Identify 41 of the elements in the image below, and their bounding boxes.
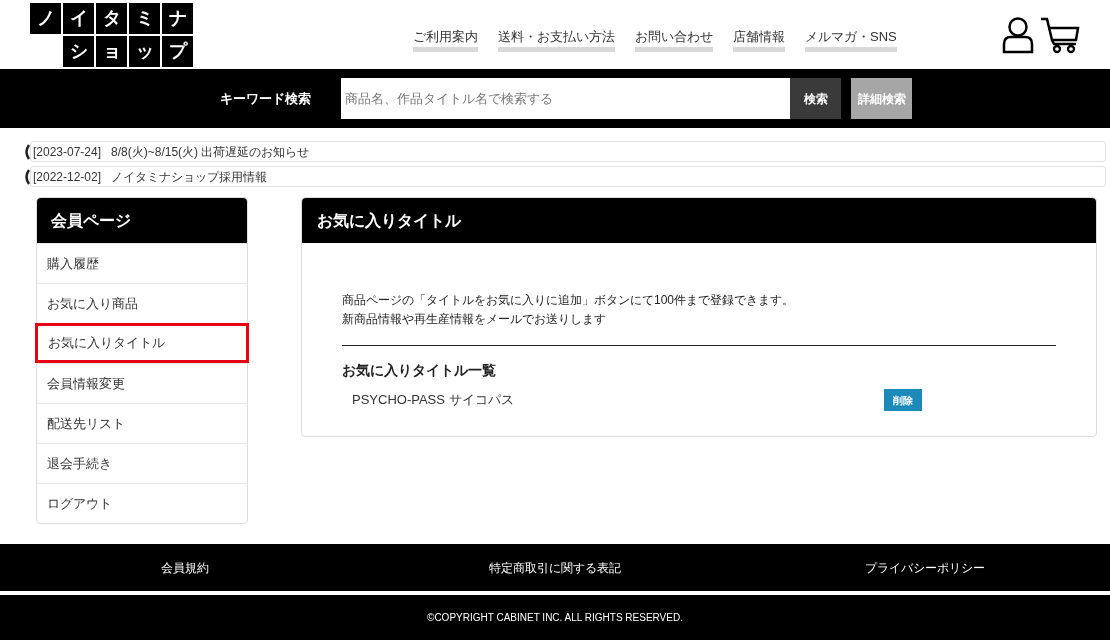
content-title: お気に入りタイトル [302,198,1096,243]
logo-tile: ミ [129,2,160,34]
delete-button[interactable]: 削除 [884,389,922,411]
sidebar-item[interactable]: 退会手続き [37,443,247,483]
footer-link[interactable]: 会員規約 [161,558,209,577]
sidebar-item[interactable]: 配送先リスト [37,403,247,443]
sidebar-item[interactable]: ログアウト [37,483,247,523]
logo-tile: タ [96,2,127,34]
description-text: 商品ページの「タイトルをお気に入りに追加」ボタンにて100件まで登録できます。 [342,292,796,309]
user-icon[interactable] [1002,15,1034,54]
nav-link[interactable]: 店舗情報 [733,26,785,53]
logo-tile: シ [63,35,94,67]
description-text: 新商品情報や再生産情報をメールでお送りします [342,311,607,328]
notice-item[interactable]: [2023-07-24] 8/8(火)~8/15(火) 出荷遅延のお知らせ [30,141,1106,162]
search-field[interactable]: 商品名、作品タイトル名で検索する [341,78,790,119]
title-name: PSYCHO-PASS サイコパス [351,391,515,410]
notice-item[interactable]: [2022-12-02] ノイタミナショップ採用情報 [30,166,1106,187]
sidebar-item[interactable]: 購入履歴 [37,243,247,283]
sidebar-item[interactable]: お気に入りタイトル [35,323,249,363]
footer-link[interactable]: 特定商取引に関する表記 [489,558,621,577]
copyright-text: ©COPYRIGHT CABINET INC. ALL RIGHTS RESERVED. [427,611,683,625]
logo-tile: ナ [162,2,193,34]
search-button[interactable]: 検索 [790,78,841,119]
search-label: キーワード検索 [220,89,312,108]
logo-tile: プ [162,35,193,67]
logo-tile: ョ [96,35,127,67]
nav-link[interactable]: ご利用案内 [413,26,478,53]
nav-link[interactable]: お問い合わせ [635,26,713,53]
logo-tile: イ [63,2,94,34]
logo-tile: ッ [129,35,160,67]
bracket-icon [24,143,30,160]
sidebar-item[interactable]: 会員情報変更 [37,363,247,403]
logo-tile: ノ [30,2,61,34]
sidebar-item[interactable]: お気に入り商品 [37,283,247,323]
nav-link[interactable]: メルマガ・SNS [805,26,897,53]
nav-link[interactable]: 送料・お支払い方法 [498,26,615,53]
sidebar-title: 会員ページ [37,198,247,243]
cart-icon[interactable] [1040,15,1080,54]
footer-link[interactable]: プライバシーポリシー [865,558,985,577]
bracket-icon [24,168,30,185]
list-title: お気に入りタイトル一覧 [342,361,497,380]
